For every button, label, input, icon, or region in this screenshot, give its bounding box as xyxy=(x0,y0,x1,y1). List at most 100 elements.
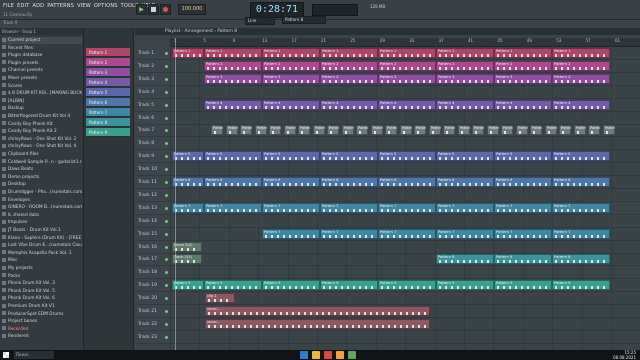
playlist-clip[interactable]: Pattern 6 xyxy=(341,125,354,136)
browser-item[interactable]: GINERO - ROOM B...(numetals.com) xyxy=(2,204,82,211)
track-name[interactable]: Track 22 xyxy=(138,322,164,327)
track-mute-led[interactable] xyxy=(165,310,168,313)
playlist-clip[interactable]: Pattern 9 xyxy=(262,280,320,291)
playlist-clip[interactable]: Pattern 7 xyxy=(320,228,378,239)
playlist-clip[interactable]: Pattern 1 xyxy=(436,48,494,58)
playlist-clip[interactable]: Pattern 4 xyxy=(552,99,610,110)
menu-item[interactable]: VIEW xyxy=(77,3,91,9)
playlist-track-row[interactable] xyxy=(135,266,640,280)
browser-item[interactable]: chrisyflows - One Shot Kit Vol. 2 xyxy=(2,136,82,143)
playlist-clip[interactable]: Pattern 3 xyxy=(494,73,552,84)
playlist-clip[interactable]: Pattern 1 xyxy=(494,48,552,58)
track-name[interactable]: Track 9 xyxy=(138,154,164,159)
playlist-clip[interactable]: Pattern 5 xyxy=(378,151,436,162)
playlist-clip[interactable]: Pattern 6 xyxy=(428,125,441,136)
playlist-clip[interactable]: Pattern 6 xyxy=(327,125,339,136)
playlist-clip[interactable]: Pattern 3 xyxy=(320,73,378,84)
track-mute-led[interactable] xyxy=(165,90,168,94)
browser-item[interactable]: Lost Vibe Drum K...(numetals Cloud) xyxy=(2,242,82,249)
playlist-clip[interactable]: Pattern 6 xyxy=(298,125,310,136)
playlist-clip[interactable]: Pattern 7 xyxy=(204,202,262,213)
track-name[interactable]: Track 11 xyxy=(138,180,164,185)
playlist-clip[interactable]: Pattern 2 xyxy=(494,60,552,71)
folder-icon[interactable] xyxy=(312,351,320,359)
playlist-clip[interactable]: Pattern 4 xyxy=(494,99,552,110)
playlist-track-row[interactable] xyxy=(135,112,640,125)
playlist-clip[interactable]: Pattern 9 xyxy=(320,280,378,291)
stop-button[interactable] xyxy=(148,4,159,15)
browser-item[interactable]: IL shared data xyxy=(2,212,82,219)
track-mute-led[interactable] xyxy=(165,52,168,55)
track-name[interactable]: Track 18 xyxy=(138,270,164,275)
playlist-clip[interactable]: Pattern 9 xyxy=(204,280,262,291)
playlist-clip[interactable]: Pattern 4 xyxy=(436,99,494,110)
playlist-clip[interactable]: Pattern 6 xyxy=(370,125,383,136)
playlist-clip[interactable]: Pattern 6 xyxy=(552,177,610,187)
record-button[interactable] xyxy=(160,4,171,15)
track-mute-led[interactable] xyxy=(165,335,168,339)
playlist-clip[interactable]: Pattern 1 xyxy=(172,48,204,58)
track-mute-led[interactable] xyxy=(165,322,168,326)
track-mute-led[interactable] xyxy=(165,77,168,81)
playlist-clip[interactable]: Pattern 2 xyxy=(262,60,320,71)
playlist-clip[interactable]: Pattern 2 xyxy=(320,60,378,71)
playlist-clip[interactable]: Pattern 6 xyxy=(283,125,296,136)
browser-item[interactable]: ProducerSpot EDM Drums xyxy=(2,311,82,318)
browser-item[interactable]: Project bones xyxy=(2,318,82,325)
playlist-clip[interactable]: Pattern 7 xyxy=(436,228,494,239)
track-mute-led[interactable] xyxy=(165,181,168,184)
playlist-clip[interactable]: Pattern 3 xyxy=(552,73,610,84)
playlist-clip[interactable]: Pattern 6 xyxy=(254,125,267,136)
playlist-track-row[interactable] xyxy=(135,137,640,151)
playlist-clip[interactable]: Pattern 1 xyxy=(262,48,320,58)
track-name[interactable]: Track 3 xyxy=(138,77,164,82)
browser-item[interactable]: [ALBIN] xyxy=(2,98,82,105)
playlist-clip[interactable]: Pattern 6 xyxy=(573,125,586,136)
playlist-clip[interactable]: Pattern 4 xyxy=(320,99,378,110)
browser-item[interactable]: Kiano - Saphire (Drum Kit) - [FREE] xyxy=(2,235,82,242)
playlist-clip[interactable]: Pattern 6 xyxy=(515,125,528,136)
browser-item[interactable]: Phonk Drum Kit Vol. 3 xyxy=(2,280,82,287)
playlist-clip[interactable]: Pattern 6 xyxy=(385,125,397,136)
playlist-clip[interactable]: Pattern 5 xyxy=(204,151,262,162)
browser-item[interactable]: Premium Drum Kit V1 xyxy=(2,303,82,310)
playlist-clip[interactable]: Pattern 7 xyxy=(436,202,494,213)
taskbar-search[interactable]: Поиск xyxy=(14,351,54,359)
playlist-clip[interactable]: Pattern 6 xyxy=(588,125,600,136)
browser-item[interactable]: Desktop xyxy=(2,181,82,188)
playlist-clip[interactable]: Pattern 2 xyxy=(204,60,262,71)
browser-item[interactable]: Plugin presets xyxy=(2,60,82,67)
pattern-item[interactable]: Pattern 3 xyxy=(86,68,130,77)
playlist-clip[interactable]: vocal... xyxy=(205,306,430,316)
playlist-clip[interactable]: Pattern 7 xyxy=(378,202,436,213)
pattern-item[interactable]: Pattern 9 xyxy=(86,128,130,137)
browser-item[interactable]: Misc xyxy=(2,257,82,264)
track-mute-led[interactable] xyxy=(165,103,168,107)
track-name[interactable]: Track 7 xyxy=(138,128,164,133)
playlist-clip[interactable]: Pattern 5 xyxy=(436,151,494,162)
pattern-item[interactable]: Pattern 6 xyxy=(86,98,130,107)
playlist-clip[interactable]: Pattern 3 xyxy=(378,73,436,84)
browser-item[interactable]: Impulses xyxy=(2,219,82,226)
app-icon[interactable] xyxy=(348,351,356,359)
browser-item[interactable]: Scores xyxy=(2,83,82,90)
playlist-clip[interactable]: Pattern 6 xyxy=(225,125,238,136)
browser-item[interactable]: Current project xyxy=(2,37,82,44)
playlist-clip[interactable]: Pattern 6 xyxy=(472,125,484,136)
playlist-clip[interactable]: Pattern 8 xyxy=(436,254,494,265)
browser-item[interactable]: Memphis Acapella Pack Vol. 1 xyxy=(2,250,82,257)
browser-item[interactable]: Bitterfingered Drum Kit Vol 4 xyxy=(2,113,82,120)
playlist-clip[interactable]: Pattern 1 xyxy=(204,48,262,58)
track-name[interactable]: Track 12 xyxy=(138,193,164,198)
playlist-clip[interactable]: Pattern 7 xyxy=(494,202,552,213)
playlist-clip[interactable]: Pattern 4 xyxy=(378,99,436,110)
playlist-clip[interactable]: Pattern 6 xyxy=(378,177,436,187)
menu-item[interactable]: EDIT xyxy=(17,3,29,9)
playlist-clip[interactable]: Pattern 6 xyxy=(356,125,368,136)
browser-item[interactable]: Backup xyxy=(2,105,82,112)
browser-item[interactable]: Recent files xyxy=(2,45,82,52)
playlist-clip[interactable]: Pattern 3 xyxy=(262,73,320,84)
playlist-clip[interactable]: Pattern 9 xyxy=(552,280,610,291)
playlist-clip[interactable]: Pattern 4 xyxy=(262,99,320,110)
playlist-clip[interactable]: Pattern 7 xyxy=(262,202,320,213)
